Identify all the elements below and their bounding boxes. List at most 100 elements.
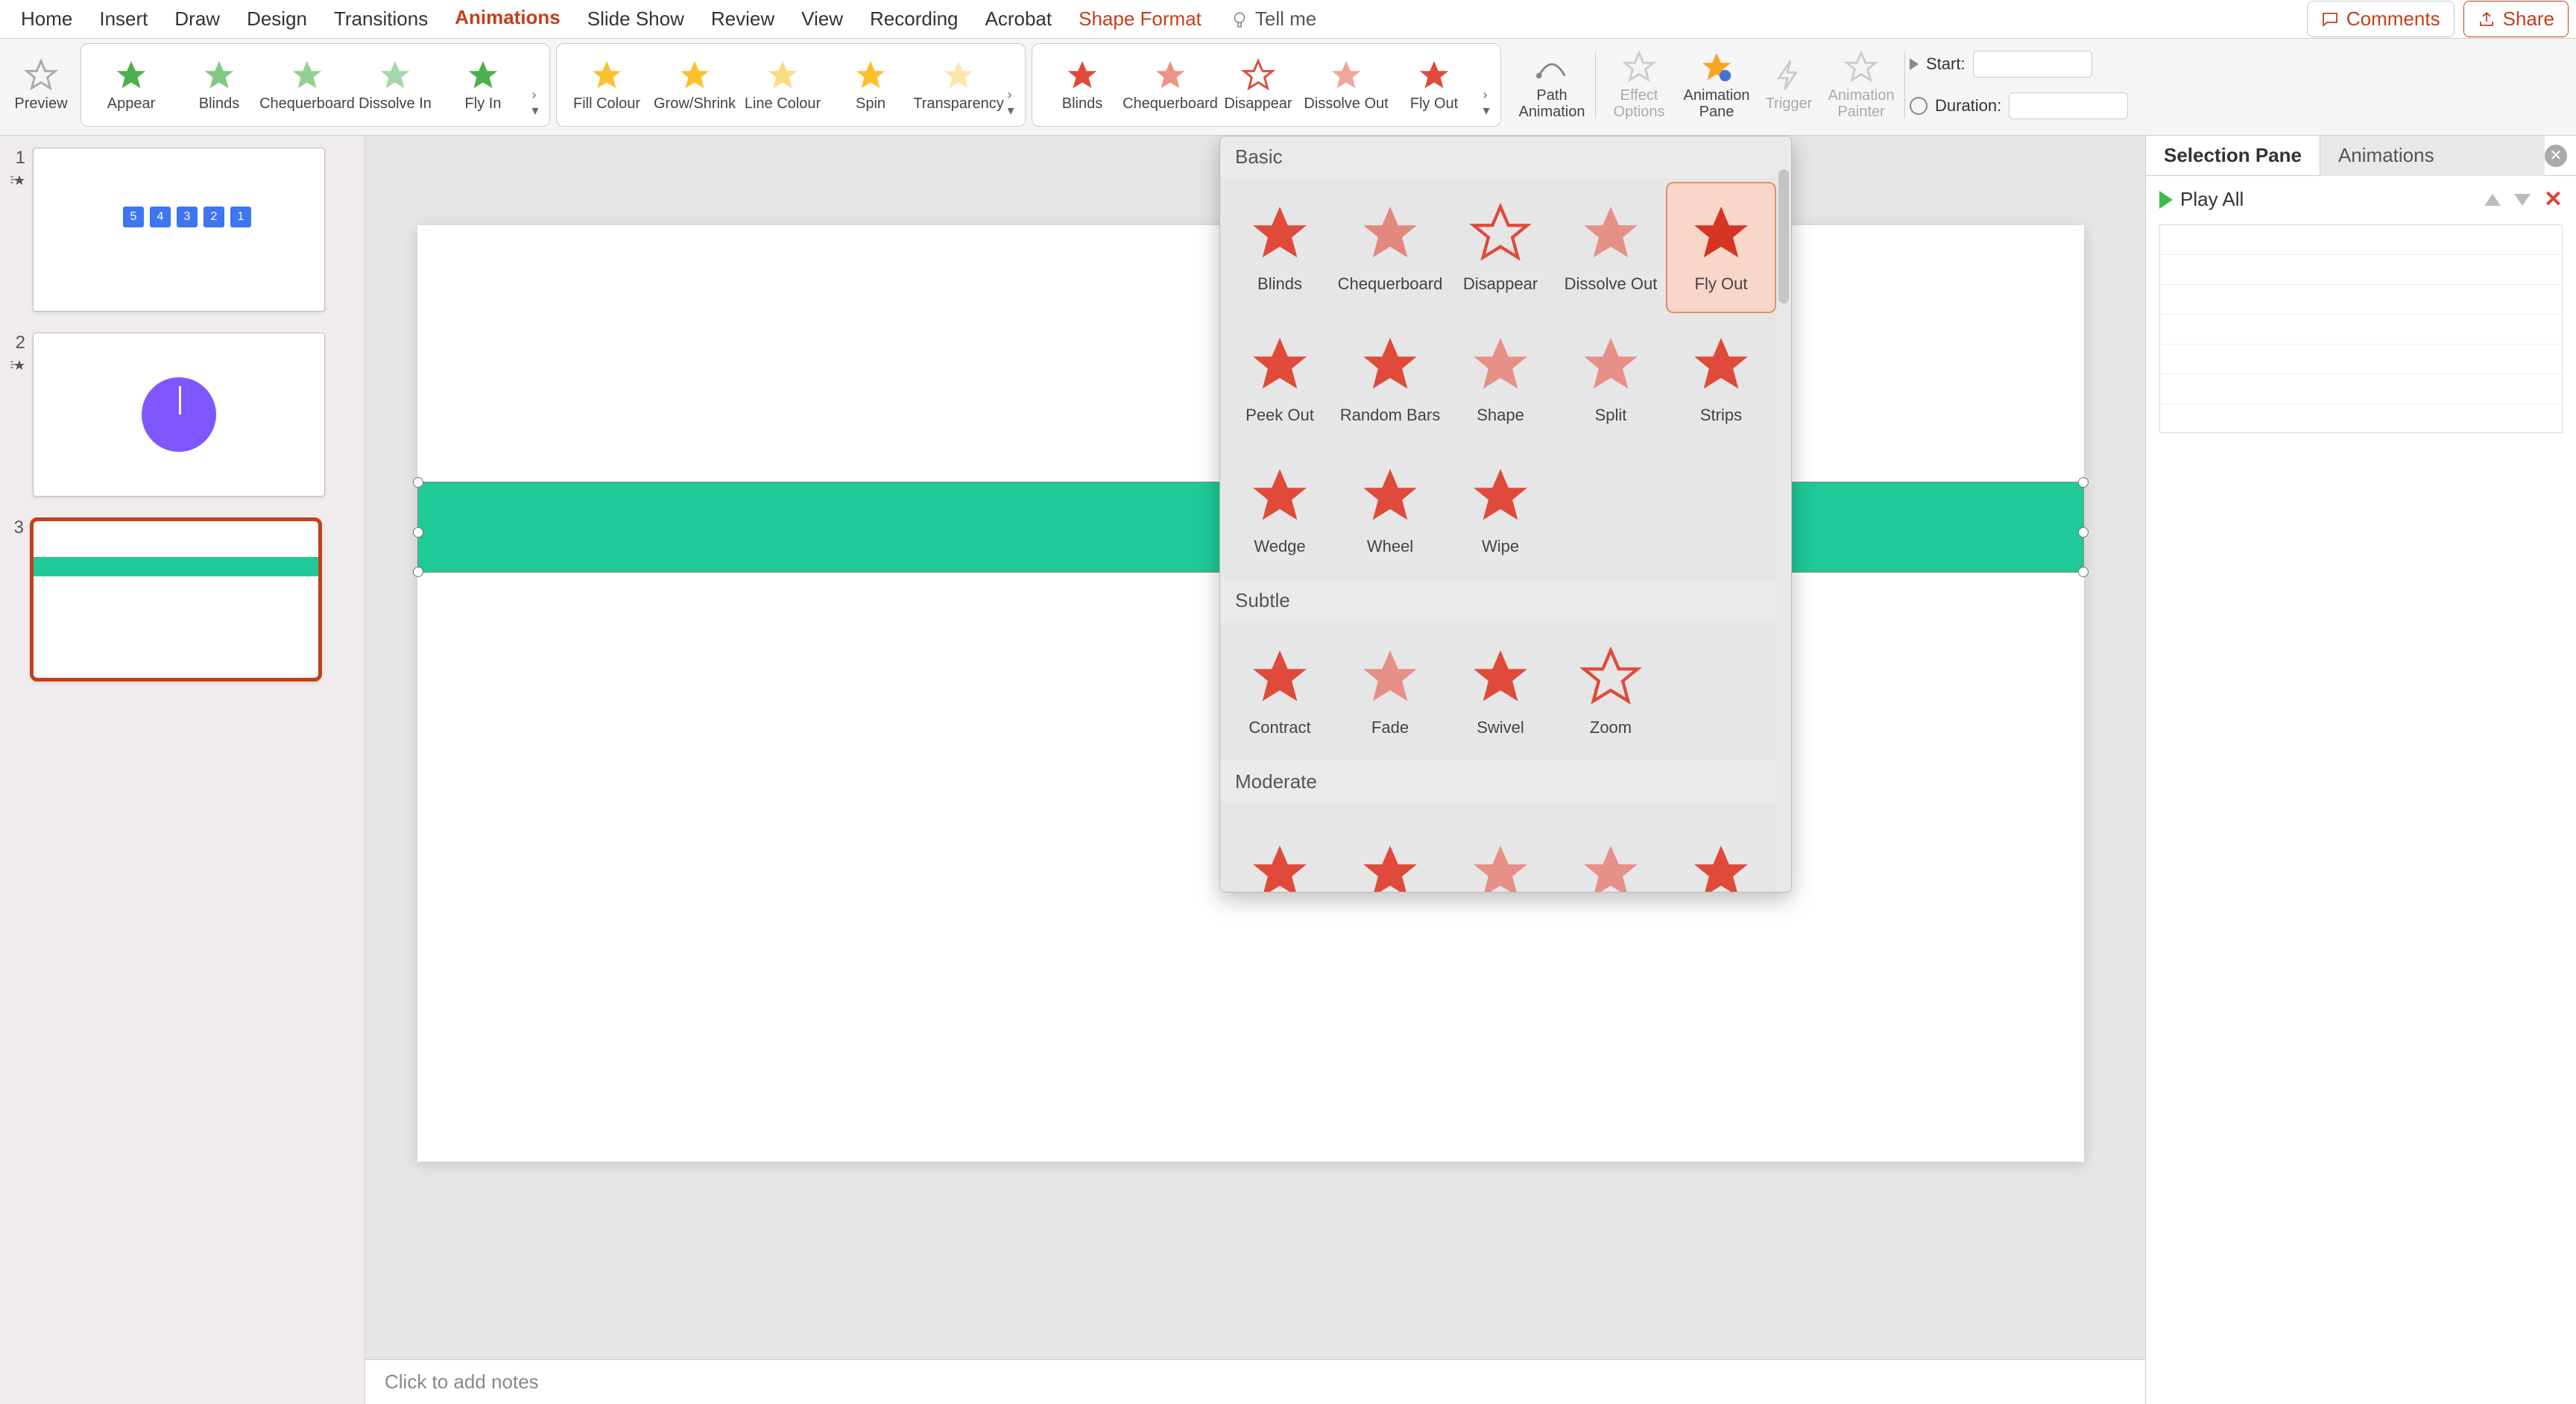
chip: 3	[177, 207, 198, 227]
tab-animations[interactable]: Animations	[441, 0, 574, 43]
popup-item-shape[interactable]: Shape	[1445, 313, 1556, 444]
resize-handle[interactable]	[413, 567, 423, 577]
exit-blinds[interactable]: Blinds	[1038, 47, 1126, 123]
resize-handle[interactable]	[2078, 527, 2089, 538]
tab-design[interactable]: Design	[233, 0, 321, 41]
popup-item-fade[interactable]: Fade	[1335, 626, 1445, 757]
exit-fly-out[interactable]: Fly Out	[1390, 47, 1478, 123]
popup-item-disappear[interactable]: Disappear	[1445, 182, 1556, 313]
popup-item-blinds[interactable]: Blinds	[1225, 182, 1335, 313]
tab-recording[interactable]: Recording	[856, 0, 972, 41]
emphasis-fill-colour[interactable]: Fill Colour	[563, 47, 651, 123]
resize-handle[interactable]	[2078, 477, 2089, 488]
play-all-label[interactable]: Play All	[2180, 188, 2244, 211]
exit-chequerboard[interactable]: Chequerboard	[1126, 47, 1214, 123]
pane-tab-selection[interactable]: Selection Pane	[2146, 136, 2320, 176]
entrance-fly-in[interactable]: Fly In	[439, 47, 527, 123]
tab-view[interactable]: View	[788, 0, 856, 41]
popup-item-peek-out[interactable]: Peek Out	[1225, 313, 1335, 444]
popup-item-chequerboard[interactable]: Chequerboard	[1335, 182, 1445, 313]
animation-list[interactable]	[2159, 224, 2563, 433]
entrance-appear-label: Appear	[107, 95, 156, 112]
notes-pane[interactable]: Click to add notes	[365, 1359, 2145, 1404]
tab-acrobat[interactable]: Acrobat	[972, 0, 1066, 41]
popup-item-label: Fade	[1371, 718, 1409, 737]
tab-insert[interactable]: Insert	[86, 0, 161, 41]
move-up-icon[interactable]	[2484, 194, 2501, 206]
emphasis-gallery-more[interactable]: ›▾	[1003, 47, 1019, 123]
play-triangle-icon	[1910, 58, 1919, 70]
popup-item-wedge[interactable]: Wedge	[1225, 444, 1335, 576]
star-icon	[1358, 201, 1422, 265]
entrance-chequerboard[interactable]: Chequerboard	[263, 47, 351, 123]
entrance-blinds[interactable]: Blinds	[175, 47, 263, 123]
thumbnail-1[interactable]: 5 4 3 2 1	[33, 148, 325, 312]
animation-pane-button[interactable]: Animation Pane	[1678, 46, 1755, 124]
tell-me-search[interactable]: Tell me	[1230, 7, 1316, 31]
star-icon	[1579, 333, 1643, 397]
path-animation-button[interactable]: Path Animation	[1513, 46, 1591, 124]
tab-transitions[interactable]: Transitions	[321, 0, 441, 41]
trigger-button[interactable]: Trigger	[1755, 46, 1822, 124]
pane-close-button[interactable]: ✕	[2545, 145, 2567, 167]
star-icon	[1358, 645, 1422, 709]
comments-button[interactable]: Comments	[2307, 1, 2455, 37]
popup-item-strips[interactable]: Strips	[1666, 313, 1776, 444]
popup-item-moderate-4[interactable]	[1556, 807, 1666, 892]
exit-dissolve-out[interactable]: Dissolve Out	[1302, 47, 1390, 123]
move-down-icon[interactable]	[2514, 194, 2531, 206]
popup-item-moderate-2[interactable]	[1335, 807, 1445, 892]
popup-item-swivel[interactable]: Swivel	[1445, 626, 1556, 757]
popup-item-moderate-1[interactable]	[1225, 807, 1335, 892]
entrance-appear[interactable]: Appear	[87, 47, 175, 123]
popup-item-fly-out[interactable]: Fly Out	[1666, 182, 1776, 313]
tab-slide-show[interactable]: Slide Show	[574, 0, 698, 41]
exit-gallery-more[interactable]: ›▾	[1478, 47, 1494, 123]
entrance-dissolve-in[interactable]: Dissolve In	[351, 47, 439, 123]
popup-item-zoom[interactable]: Zoom	[1556, 626, 1666, 757]
tab-shape-format[interactable]: Shape Format	[1065, 0, 1215, 41]
pane-tab-animations[interactable]: Animations	[2320, 136, 2545, 176]
resize-handle[interactable]	[2078, 567, 2089, 577]
delete-animation-icon[interactable]: ✕	[2544, 186, 2563, 213]
popup-item-label: Random Bars	[1340, 406, 1441, 425]
thumbnail-3[interactable]	[30, 517, 322, 681]
popup-item-random-bars[interactable]: Random Bars	[1335, 313, 1445, 444]
resize-handle[interactable]	[413, 477, 423, 488]
exit-disappear[interactable]: Disappear	[1214, 47, 1302, 123]
tab-home[interactable]: Home	[7, 0, 86, 41]
entrance-gallery-more[interactable]: ›▾	[527, 47, 543, 123]
popup-item-moderate-5[interactable]	[1666, 807, 1776, 892]
popup-item-split[interactable]: Split	[1556, 313, 1666, 444]
tab-draw[interactable]: Draw	[161, 0, 233, 41]
star-icon	[1622, 50, 1656, 84]
popup-scrollbar[interactable]	[1776, 169, 1791, 892]
popup-item-wheel[interactable]: Wheel	[1335, 444, 1445, 576]
popup-moderate-grid	[1220, 802, 1791, 892]
emphasis-spin[interactable]: Spin	[827, 47, 915, 123]
slide-canvas-area: Basic Blinds Chequerboard Disappear Diss…	[365, 136, 2145, 1404]
emphasis-grow-shrink[interactable]: Grow/Shrink	[651, 47, 739, 123]
preview-button[interactable]: Preview	[7, 43, 75, 127]
popup-item-dissolve-out[interactable]: Dissolve Out	[1556, 182, 1666, 313]
animation-indicator-icon	[9, 173, 27, 186]
popup-item-moderate-3[interactable]	[1445, 807, 1556, 892]
emphasis-line-colour[interactable]: Line Colour	[739, 47, 827, 123]
start-input[interactable]	[1973, 51, 2092, 78]
thumbnail-2[interactable]	[33, 333, 325, 497]
star-icon	[1468, 333, 1532, 397]
effect-options-label: Effect Options	[1600, 87, 1678, 120]
clock-icon	[1910, 97, 1928, 115]
play-all-row: Play All ✕	[2159, 186, 2563, 213]
popup-item-label: Contract	[1248, 718, 1310, 737]
duration-input[interactable]	[2009, 92, 2128, 119]
animation-painter-button[interactable]: Animation Painter	[1822, 46, 1900, 124]
effect-options-button[interactable]: Effect Options	[1600, 46, 1678, 124]
share-button[interactable]: Share	[2463, 1, 2569, 37]
emphasis-transparency[interactable]: Transparency	[915, 47, 1003, 123]
popup-item-contract[interactable]: Contract	[1225, 626, 1335, 757]
tab-review[interactable]: Review	[698, 0, 788, 41]
resize-handle[interactable]	[413, 527, 423, 538]
popup-item-wipe[interactable]: Wipe	[1445, 444, 1556, 576]
star-icon	[1241, 58, 1275, 92]
